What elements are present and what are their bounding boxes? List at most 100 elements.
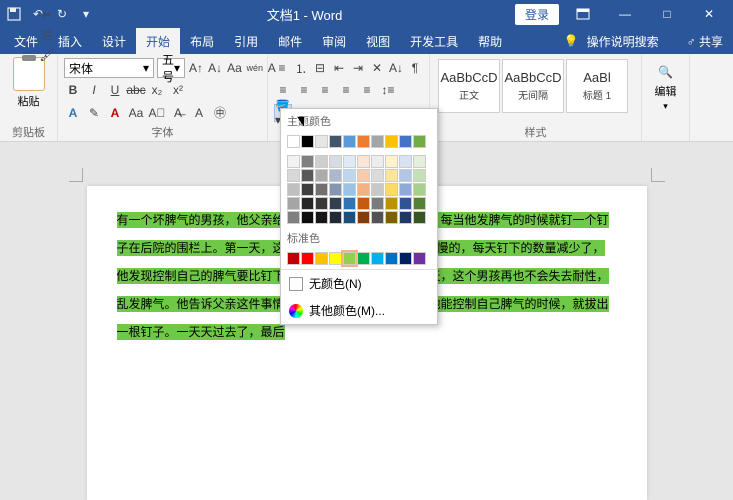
no-color-option[interactable]: 无颜色(N): [281, 270, 437, 297]
maximize-button[interactable]: □: [649, 0, 685, 28]
color-swatch[interactable]: [399, 135, 412, 148]
color-swatch[interactable]: [315, 169, 328, 182]
color-swatch[interactable]: [399, 197, 412, 210]
highlight-button[interactable]: ✎: [85, 104, 103, 122]
increase-indent-icon[interactable]: ⇥: [350, 59, 366, 77]
color-swatch[interactable]: [343, 135, 356, 148]
color-swatch[interactable]: [315, 197, 328, 210]
distribute-icon[interactable]: ≡: [358, 81, 376, 99]
tab-设计[interactable]: 设计: [92, 28, 136, 54]
color-swatch[interactable]: [413, 135, 426, 148]
color-swatch[interactable]: [385, 135, 398, 148]
line-spacing-icon[interactable]: ↕≡: [379, 81, 397, 99]
color-swatch[interactable]: [329, 252, 342, 265]
sort-icon[interactable]: A↓: [388, 59, 404, 77]
color-swatch[interactable]: [329, 197, 342, 210]
shrink-font-icon[interactable]: A↓: [207, 59, 223, 77]
color-swatch[interactable]: [399, 155, 412, 168]
color-swatch[interactable]: [343, 211, 356, 224]
color-swatch[interactable]: [413, 197, 426, 210]
color-swatch[interactable]: [385, 197, 398, 210]
color-swatch[interactable]: [287, 169, 300, 182]
bold-button[interactable]: B: [64, 81, 82, 99]
color-swatch[interactable]: [413, 211, 426, 224]
color-swatch[interactable]: [413, 169, 426, 182]
color-swatch[interactable]: [385, 252, 398, 265]
tab-开发工具[interactable]: 开发工具: [400, 28, 468, 54]
color-swatch[interactable]: [287, 135, 300, 148]
color-swatch[interactable]: [301, 183, 314, 196]
color-swatch[interactable]: [287, 211, 300, 224]
find-icon[interactable]: 🔍: [657, 63, 675, 81]
grow-font-icon[interactable]: A↑: [188, 59, 204, 77]
clear-format-icon[interactable]: A̶: [169, 104, 187, 122]
color-swatch[interactable]: [287, 155, 300, 168]
color-swatch[interactable]: [343, 252, 356, 265]
color-swatch[interactable]: [315, 135, 328, 148]
color-swatch[interactable]: [315, 252, 328, 265]
change-case-icon[interactable]: Aa: [226, 59, 243, 77]
ribbon-options-icon[interactable]: [565, 0, 601, 28]
color-swatch[interactable]: [357, 155, 370, 168]
color-swatch[interactable]: [357, 197, 370, 210]
multilevel-icon[interactable]: ⊟: [312, 59, 328, 77]
color-swatch[interactable]: [385, 169, 398, 182]
color-swatch[interactable]: [399, 252, 412, 265]
tab-引用[interactable]: 引用: [224, 28, 268, 54]
color-swatch[interactable]: [385, 211, 398, 224]
underline-button[interactable]: U: [106, 81, 124, 99]
color-swatch[interactable]: [371, 252, 384, 265]
enclose-char-icon[interactable]: A⃝: [148, 104, 166, 122]
char-shading-icon[interactable]: Aa: [127, 104, 145, 122]
color-swatch[interactable]: [371, 169, 384, 182]
color-swatch[interactable]: [315, 211, 328, 224]
share-button[interactable]: ♂ 共享: [687, 33, 723, 50]
tab-审阅[interactable]: 审阅: [312, 28, 356, 54]
color-swatch[interactable]: [287, 252, 300, 265]
color-swatch[interactable]: [357, 135, 370, 148]
style-无间隔[interactable]: AaBbCcD无间隔: [502, 59, 564, 113]
color-swatch[interactable]: [357, 252, 370, 265]
strike-button[interactable]: abc: [127, 81, 145, 99]
cut-icon[interactable]: ✂: [38, 6, 56, 24]
color-swatch[interactable]: [371, 155, 384, 168]
color-swatch[interactable]: [301, 169, 314, 182]
color-swatch[interactable]: [329, 183, 342, 196]
color-swatch[interactable]: [315, 183, 328, 196]
enclosed-icon[interactable]: ㊥: [211, 104, 229, 122]
color-swatch[interactable]: [301, 135, 314, 148]
align-center-icon[interactable]: ≡: [295, 81, 313, 99]
subscript-button[interactable]: x₂: [148, 81, 166, 99]
color-swatch[interactable]: [413, 183, 426, 196]
tab-视图[interactable]: 视图: [356, 28, 400, 54]
color-swatch[interactable]: [357, 169, 370, 182]
qat-customize-icon[interactable]: ▾: [78, 6, 94, 22]
text-effects-icon[interactable]: A: [64, 104, 82, 122]
color-swatch[interactable]: [413, 155, 426, 168]
color-swatch[interactable]: [399, 211, 412, 224]
color-swatch[interactable]: [371, 197, 384, 210]
color-swatch[interactable]: [329, 155, 342, 168]
color-swatch[interactable]: [301, 252, 314, 265]
color-swatch[interactable]: [287, 197, 300, 210]
color-swatch[interactable]: [385, 183, 398, 196]
paste-button[interactable]: 粘贴: [18, 93, 40, 109]
login-button[interactable]: 登录: [515, 4, 559, 25]
superscript-button[interactable]: x²: [169, 81, 187, 99]
color-swatch[interactable]: [343, 169, 356, 182]
color-swatch[interactable]: [301, 155, 314, 168]
tab-邮件[interactable]: 邮件: [268, 28, 312, 54]
decrease-indent-icon[interactable]: ⇤: [331, 59, 347, 77]
tell-me-search[interactable]: 操作说明搜索: [587, 33, 659, 50]
color-swatch[interactable]: [287, 183, 300, 196]
color-swatch[interactable]: [371, 211, 384, 224]
font-name-select[interactable]: 宋体▾: [64, 58, 154, 78]
editing-dropdown-icon[interactable]: ▾: [663, 101, 668, 112]
color-swatch[interactable]: [329, 169, 342, 182]
char-scale-icon[interactable]: A: [190, 104, 208, 122]
color-swatch[interactable]: [329, 211, 342, 224]
more-colors-option[interactable]: 其他颜色(M)...: [281, 297, 437, 324]
color-swatch[interactable]: [301, 197, 314, 210]
color-swatch[interactable]: [343, 155, 356, 168]
align-right-icon[interactable]: ≡: [316, 81, 334, 99]
